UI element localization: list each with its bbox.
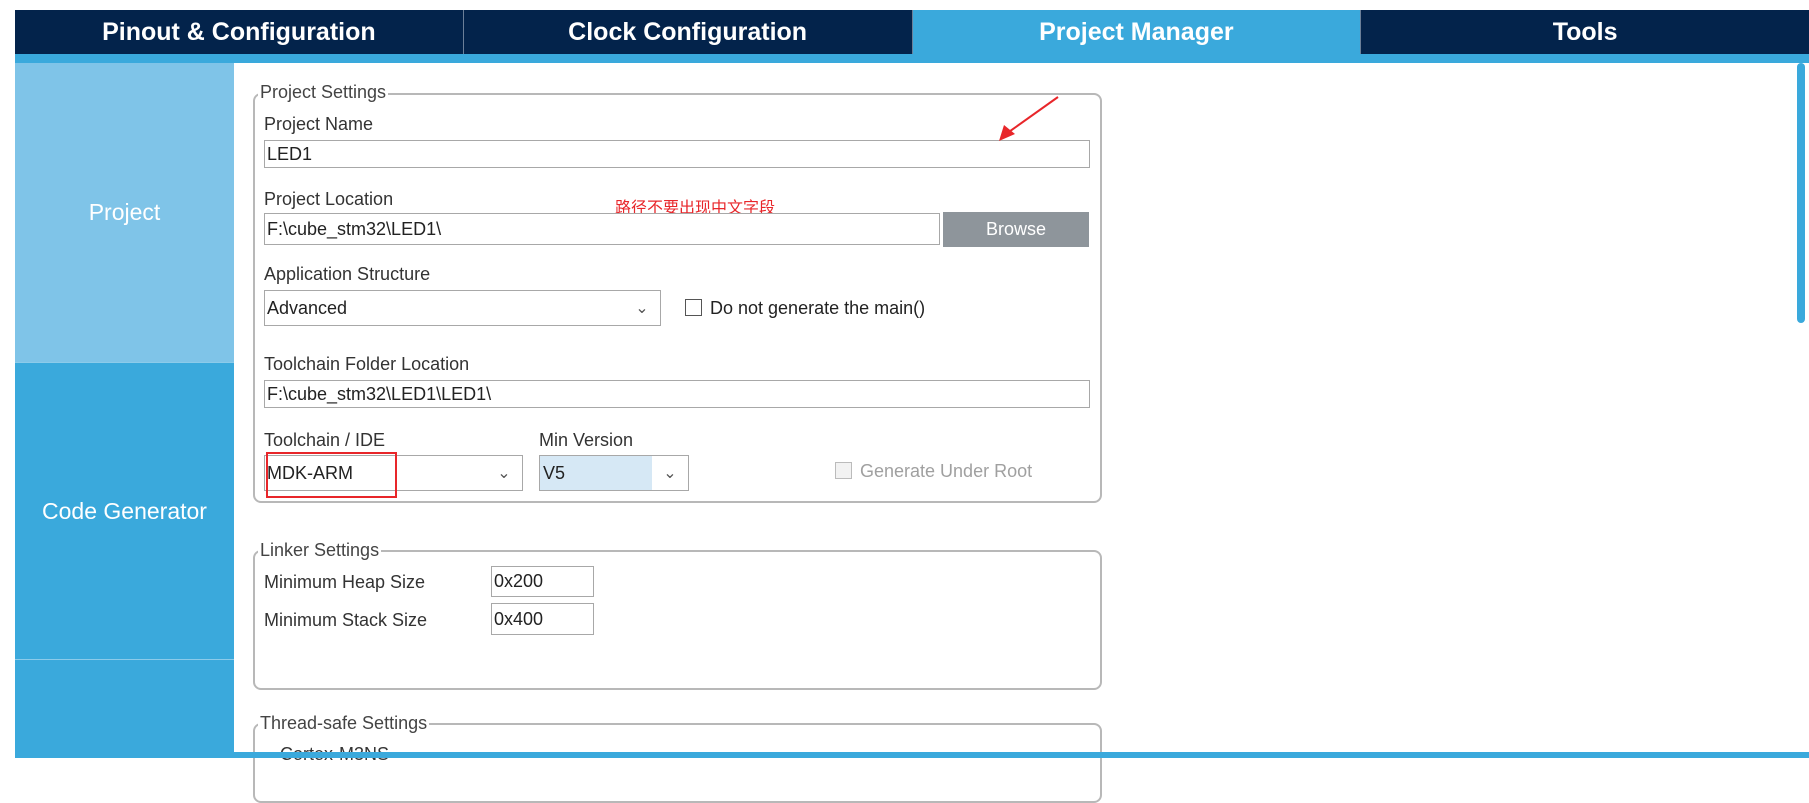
project-location-label: Project Location	[264, 189, 394, 209]
thread-safe-settings-legend: Thread-safe Settings	[258, 713, 430, 734]
chevron-down-icon: ⌄	[663, 465, 677, 482]
sidebar-item-project[interactable]: Project	[15, 63, 234, 363]
sidebar: Project Code Generator	[15, 63, 234, 758]
scrollbar-thumb[interactable]	[1797, 63, 1805, 323]
stack-size-label: Minimum Stack Size	[264, 610, 428, 630]
browse-button[interactable]: Browse	[943, 212, 1089, 247]
annotation-arrow-icon	[999, 96, 1059, 141]
tab-project-manager[interactable]: Project Manager	[912, 10, 1362, 54]
project-settings-legend: Project Settings	[258, 82, 389, 103]
tab-clock-configuration[interactable]: Clock Configuration	[464, 10, 913, 54]
toolchain-folder-input[interactable]: F:\cube_stm32\LED1\LED1\	[264, 380, 1090, 408]
toolchain-label: Toolchain / IDE	[264, 430, 386, 450]
project-name-input[interactable]: LED1	[264, 140, 1090, 168]
project-location-input[interactable]: F:\cube_stm32\LED1\	[264, 213, 940, 245]
no-main-checkbox[interactable]	[685, 299, 702, 316]
sidebar-item-code-generator[interactable]: Code Generator	[15, 363, 234, 660]
app-structure-label: Application Structure	[264, 264, 431, 284]
heap-size-label: Minimum Heap Size	[264, 572, 426, 592]
main-tabs: Pinout & Configuration Clock Configurati…	[15, 10, 1809, 54]
tab-tools[interactable]: Tools	[1361, 10, 1809, 54]
stack-size-input[interactable]: 0x400	[491, 603, 594, 635]
min-version-value: V5	[540, 456, 652, 490]
tab-underline	[15, 54, 1809, 63]
generate-under-root-checkbox[interactable]	[835, 462, 852, 479]
heap-size-input[interactable]: 0x200	[491, 566, 594, 597]
min-version-select[interactable]: V5 ⌄	[539, 455, 689, 491]
toolchain-folder-label: Toolchain Folder Location	[264, 354, 470, 374]
no-main-label: Do not generate the main()	[710, 298, 926, 318]
app-structure-select[interactable]: Advanced ⌄	[264, 290, 661, 326]
annotation-highlight-box	[266, 452, 397, 498]
generate-under-root-label: Generate Under Root	[860, 461, 1033, 481]
chevron-down-icon: ⌄	[635, 300, 649, 317]
min-version-label: Min Version	[539, 430, 634, 450]
chevron-down-icon: ⌄	[497, 465, 511, 482]
sidebar-item-advanced[interactable]	[15, 660, 234, 758]
project-name-label: Project Name	[264, 114, 374, 134]
tab-pinout-configuration[interactable]: Pinout & Configuration	[15, 10, 464, 54]
app-structure-value: Advanced	[267, 297, 348, 318]
bottom-border	[15, 752, 1809, 758]
linker-settings-legend: Linker Settings	[258, 540, 382, 561]
